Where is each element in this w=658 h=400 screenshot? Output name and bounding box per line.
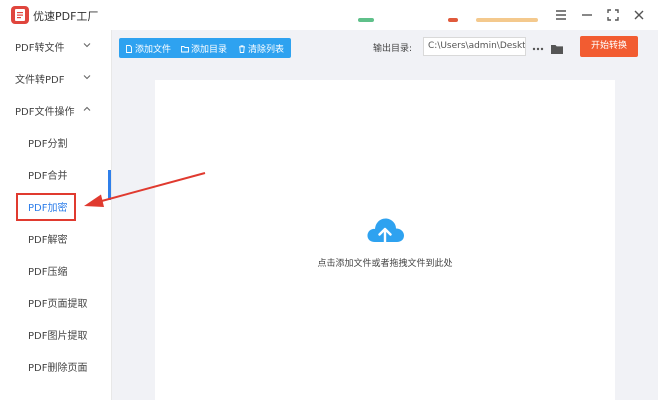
- output-directory-field[interactable]: C:\Users\admin\Deskto: [423, 37, 526, 56]
- maximize-icon[interactable]: [605, 7, 621, 23]
- sidebar-group-pdf-operations[interactable]: PDF文件操作: [0, 98, 111, 122]
- sidebar-item-pdf-page-extract[interactable]: PDF页面提取: [0, 290, 111, 314]
- trash-icon: [239, 45, 245, 53]
- clear-list-button[interactable]: 清除列表: [238, 42, 284, 55]
- sidebar-group-pdf-to-file[interactable]: PDF转文件: [0, 34, 111, 58]
- sidebar-item-pdf-image-extract[interactable]: PDF图片提取: [0, 322, 111, 346]
- chevron-down-icon: [83, 43, 91, 48]
- output-directory-label: 输出目录:: [373, 44, 413, 54]
- minimize-icon[interactable]: [579, 7, 595, 23]
- sidebar-item-label: PDF转文件: [15, 43, 65, 54]
- decoration-bar: [358, 18, 374, 22]
- title-bar: 优速PDF工厂: [0, 0, 658, 30]
- clear-list-label: 清除列表: [248, 45, 285, 55]
- sidebar-item-label: PDF删除页面: [28, 363, 88, 374]
- sidebar-item-pdf-merge[interactable]: PDF合并: [0, 162, 111, 186]
- add-file-button[interactable]: 添加文件: [125, 42, 171, 55]
- active-indicator: [108, 170, 111, 200]
- sidebar-item-pdf-decrypt[interactable]: PDF解密: [0, 226, 111, 250]
- drop-hint-text: 点击添加文件或者拖拽文件到此处: [317, 259, 453, 269]
- chevron-down-icon: [83, 75, 91, 80]
- sidebar-item-label: 文件转PDF: [15, 75, 65, 86]
- sidebar-item-label: PDF合并: [28, 171, 68, 182]
- close-icon[interactable]: [631, 7, 647, 23]
- decoration-bar: [448, 18, 458, 22]
- app-logo-icon: [11, 6, 29, 24]
- folder-outline-icon: [181, 46, 189, 53]
- sidebar-item-label: PDF图片提取: [28, 331, 88, 342]
- chevron-up-icon: [83, 106, 91, 111]
- add-folder-label: 添加目录: [191, 45, 228, 55]
- file-icon: [126, 45, 132, 53]
- sidebar-group-file-to-pdf[interactable]: 文件转PDF: [0, 66, 111, 90]
- sidebar-item-pdf-compress[interactable]: PDF压缩: [0, 258, 111, 282]
- sidebar-item-label: PDF分割: [28, 139, 68, 150]
- decoration-bar: [476, 18, 538, 22]
- folder-icon[interactable]: [550, 40, 564, 54]
- start-convert-button[interactable]: 开始转换: [580, 36, 638, 57]
- sidebar-item-label: PDF解密: [28, 235, 68, 246]
- sidebar-item-pdf-delete-pages[interactable]: PDF删除页面: [0, 354, 111, 378]
- add-folder-button[interactable]: 添加目录: [181, 42, 227, 55]
- file-toolbar: 添加文件 添加目录 清除列表: [119, 38, 291, 58]
- sidebar-item-label: PDF页面提取: [28, 299, 88, 310]
- more-icon[interactable]: [531, 40, 545, 52]
- sidebar-item-pdf-split[interactable]: PDF分割: [0, 130, 111, 154]
- sidebar-item-label: PDF文件操作: [15, 107, 75, 118]
- annotation-highlight-box: [16, 193, 76, 221]
- app-title: 优速PDF工厂: [33, 10, 99, 23]
- upload-cloud-icon[interactable]: [364, 214, 406, 249]
- sidebar-item-label: PDF压缩: [28, 267, 68, 278]
- menu-icon[interactable]: [553, 7, 569, 23]
- add-file-label: 添加文件: [135, 45, 172, 55]
